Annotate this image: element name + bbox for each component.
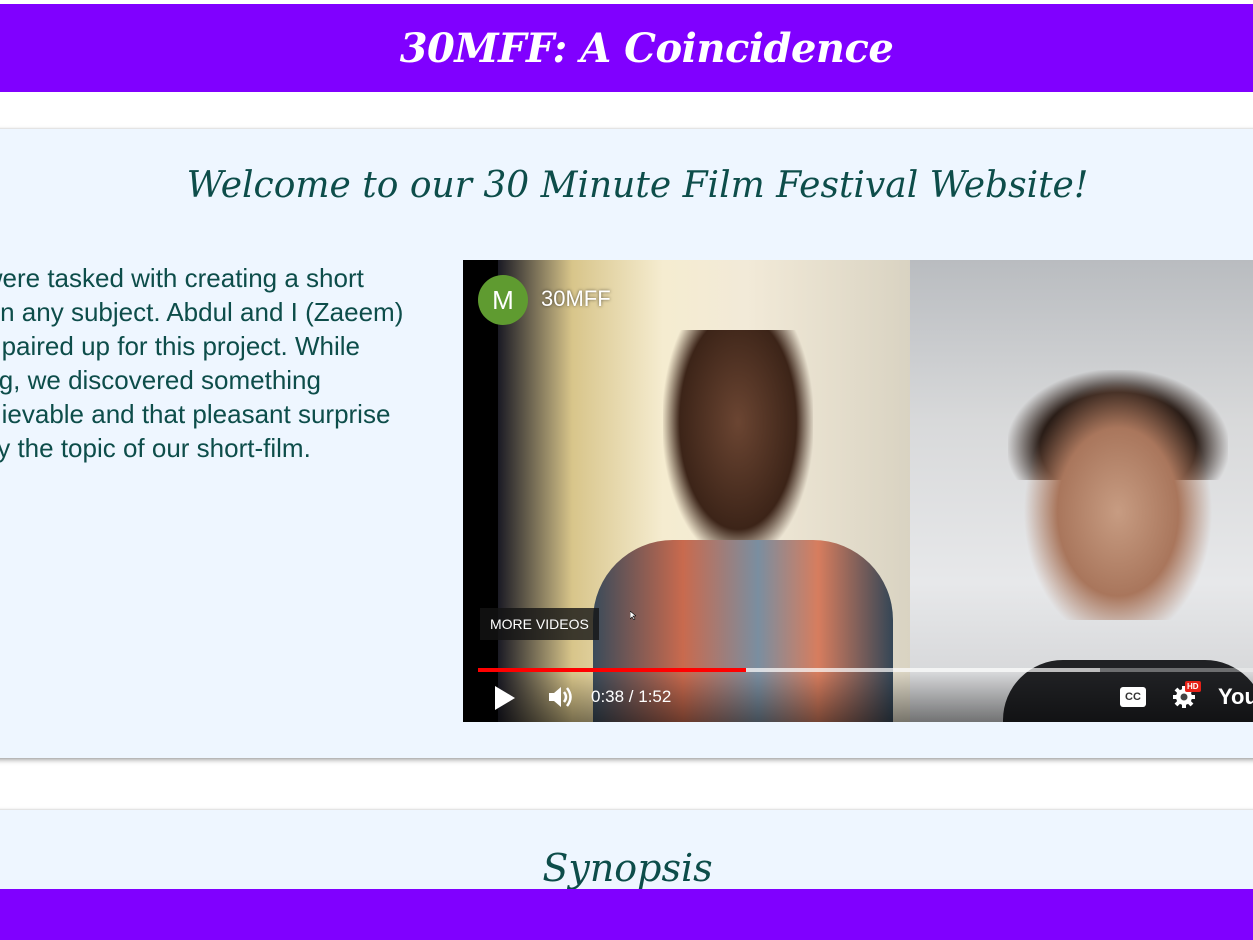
intro-paragraph: We were tasked with creating a short fil… <box>0 261 448 465</box>
intro-line: talking, we discovered something <box>0 365 321 395</box>
video-controls: 0:38 / 1:52 CC HD YouTube <box>463 672 1253 722</box>
intro-line: film on any subject. Abdul and I (Zaeem) <box>0 297 404 327</box>
intro-line: We were tasked with creating a short <box>0 263 364 293</box>
youtube-logo[interactable]: YouTube <box>1218 684 1253 710</box>
hd-badge: HD <box>1185 681 1201 692</box>
channel-avatar[interactable]: M <box>478 275 528 325</box>
intro-line: were paired up for this project. While <box>0 331 360 361</box>
site-header: 30MFF: A Coincidence <box>0 4 1253 92</box>
captions-button[interactable]: CC <box>1120 687 1146 707</box>
video-person-right <box>1023 380 1213 620</box>
welcome-heading: Welcome to our 30 Minute Film Festival W… <box>186 165 1089 206</box>
video-title[interactable]: 30MFF <box>541 286 611 312</box>
site-title: 30MFF: A Coincidence <box>399 24 894 72</box>
welcome-section: Welcome to our 30 Minute Film Festival W… <box>0 129 1253 758</box>
play-button[interactable] <box>495 686 515 710</box>
site-footer <box>0 889 1253 940</box>
mouse-cursor-icon <box>630 611 636 620</box>
time-display: 0:38 / 1:52 <box>591 687 672 706</box>
video-person-left <box>663 330 813 560</box>
more-videos-button[interactable]: MORE VIDEOS <box>480 608 599 640</box>
embedded-video-player[interactable]: M 30MFF MORE VIDEOS 0:38 / 1:52 CC HD Yo… <box>463 260 1253 722</box>
intro-line: unbelievable and that pleasant surprise <box>0 399 391 429</box>
volume-icon[interactable] <box>545 682 575 712</box>
synopsis-heading: Synopsis <box>542 846 713 890</box>
intro-line: is why the topic of our short-film. <box>0 433 311 463</box>
